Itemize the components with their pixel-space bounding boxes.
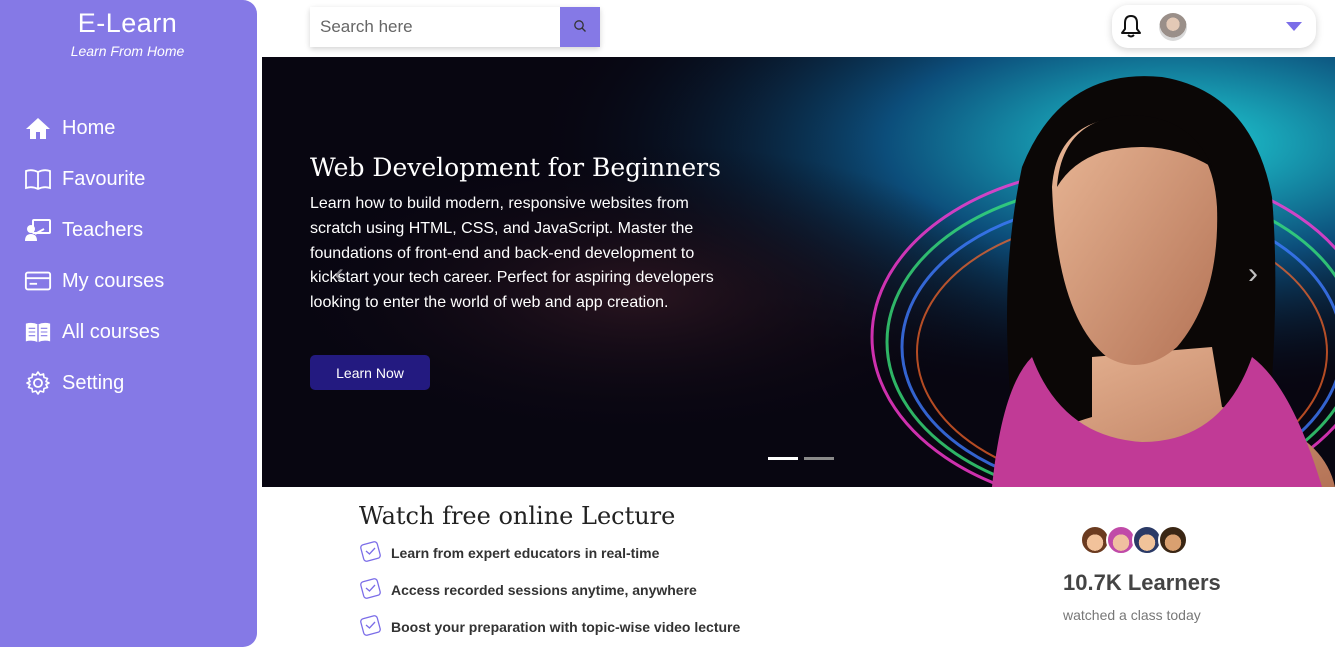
library-icon <box>24 318 52 346</box>
sidebar: E-Learn Learn From Home Home Favourite T… <box>0 0 257 647</box>
sidebar-item-my-courses[interactable]: My courses <box>24 267 164 295</box>
feature-item: Access recorded sessions anytime, anywhe… <box>359 577 697 603</box>
avatar[interactable] <box>1159 13 1187 41</box>
search-bar <box>310 7 600 47</box>
caret-down-icon[interactable] <box>1286 22 1302 31</box>
hero-title: Web Development for Beginners <box>310 153 721 182</box>
brand: E-Learn Learn From Home <box>0 8 255 59</box>
check-icon <box>359 540 382 566</box>
feature-text: Boost your preparation with topic-wise v… <box>391 619 741 635</box>
feature-item: Learn from expert educators in real-time <box>359 540 659 566</box>
teacher-icon <box>24 216 52 244</box>
learner-avatar <box>1158 525 1188 555</box>
feature-text: Learn from expert educators in real-time <box>391 545 660 561</box>
carousel-indicator-1[interactable] <box>768 457 798 460</box>
sidebar-item-label: My courses <box>62 269 165 292</box>
card-icon <box>24 267 52 295</box>
brand-subtitle: Learn From Home <box>70 43 185 59</box>
hero-carousel: Web Development for Beginners Learn how … <box>262 57 1335 487</box>
user-menu[interactable] <box>1112 5 1316 48</box>
brand-title: E-Learn <box>77 8 178 38</box>
check-icon <box>359 614 382 640</box>
lecture-title: Watch free online Lecture <box>359 502 676 530</box>
feature-item: Boost your preparation with topic-wise v… <box>359 614 740 640</box>
search-button[interactable] <box>560 7 600 47</box>
sidebar-item-label: Teachers <box>62 218 144 241</box>
book-open-icon <box>24 165 52 193</box>
search-input[interactable] <box>310 7 560 47</box>
carousel-prev-arrow[interactable]: ‹ <box>334 257 344 291</box>
learners-subtitle: watched a class today <box>1063 607 1201 623</box>
sidebar-item-home[interactable]: Home <box>24 114 115 142</box>
home-icon <box>24 114 52 142</box>
learners-count: 10.7K Learners <box>1063 570 1221 595</box>
hero-description: Learn how to build modern, responsive we… <box>310 195 714 312</box>
sidebar-item-favourite[interactable]: Favourite <box>24 165 145 193</box>
sidebar-item-all-courses[interactable]: All courses <box>24 318 160 346</box>
feature-text: Access recorded sessions anytime, anywhe… <box>391 582 697 598</box>
sidebar-item-label: Favourite <box>62 167 146 190</box>
search-icon <box>573 19 587 36</box>
carousel-next-arrow[interactable]: › <box>1248 257 1258 291</box>
sidebar-item-label: Setting <box>62 371 125 394</box>
check-icon <box>359 577 382 603</box>
sidebar-item-teachers[interactable]: Teachers <box>24 216 143 244</box>
sidebar-item-setting[interactable]: Setting <box>24 369 124 397</box>
learner-avatars <box>1080 525 1188 561</box>
learn-now-button[interactable]: Learn Now <box>310 355 430 390</box>
bell-icon[interactable] <box>1120 14 1142 43</box>
sidebar-item-label: Home <box>62 116 116 139</box>
sidebar-item-label: All courses <box>62 320 160 343</box>
carousel-indicator-2[interactable] <box>804 457 834 460</box>
gear-icon <box>24 369 52 397</box>
